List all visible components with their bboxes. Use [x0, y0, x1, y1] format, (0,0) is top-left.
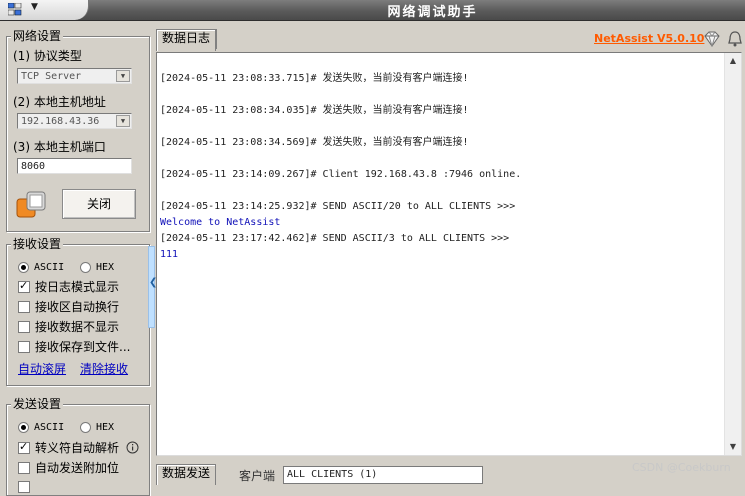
log-mode-label: 按日志模式显示: [35, 280, 120, 294]
watermark: CSDN @Coekburn: [632, 461, 731, 474]
hide-data-checkbox[interactable]: [18, 321, 30, 333]
auto-wrap-checkbox[interactable]: [18, 301, 30, 313]
netassist-version-link[interactable]: NetAssist V5.0.10: [594, 32, 704, 45]
info-icon[interactable]: [126, 441, 139, 454]
log-content: [2024-05-11 23:08:33.715]# 发送失败，当前没有客户端连…: [160, 71, 721, 263]
log-vertical-scrollbar[interactable]: ▲ ▼: [724, 53, 741, 455]
receive-settings-title: 接收设置: [11, 237, 64, 251]
connection-status-icon: [16, 191, 46, 218]
clear-receive-link[interactable]: 清除接收: [80, 362, 128, 376]
host-label: (2) 本地主机地址: [13, 95, 106, 109]
protocol-label: (1) 协议类型: [13, 49, 82, 63]
auto-append-checkbox[interactable]: [18, 462, 30, 474]
auto-scroll-link[interactable]: 自动滚屏: [18, 362, 66, 376]
save-to-file-checkbox[interactable]: [18, 341, 30, 353]
send-settings-group: 发送设置 ASCII HEX 转义符自动解析 自动发送附加位: [6, 397, 150, 496]
more-option-checkbox[interactable]: [18, 481, 30, 493]
auto-append-label: 自动发送附加位: [35, 461, 120, 475]
hide-data-label: 接收数据不显示: [35, 320, 120, 334]
window-title: 网络调试助手: [387, 5, 478, 20]
tab-data-send[interactable]: 数据发送: [156, 464, 216, 485]
bell-icon[interactable]: [726, 30, 744, 48]
send-ascii-radio[interactable]: [18, 422, 29, 433]
escape-parse-checkbox[interactable]: [18, 440, 30, 454]
send-ascii-label: ASCII: [34, 422, 65, 433]
protocol-select[interactable]: TCP Server ▼: [17, 68, 132, 84]
title-bar: ▼ 网络调试助手: [0, 0, 745, 21]
receive-hex-label: HEX: [96, 262, 115, 273]
scroll-down-icon[interactable]: ▼: [725, 439, 741, 455]
log-mode-checkbox[interactable]: [18, 279, 30, 293]
network-settings-group: 网络设置 (1) 协议类型 TCP Server ▼ (2) 本地主机地址 19…: [6, 29, 150, 232]
network-settings-title: 网络设置: [11, 29, 64, 43]
tab-data-log[interactable]: 数据日志: [156, 29, 216, 51]
data-log-area[interactable]: [2024-05-11 23:08:33.715]# 发送失败，当前没有客户端连…: [156, 52, 742, 456]
dropdown-arrow-icon[interactable]: ▼: [116, 115, 130, 127]
panel-collapse-handle[interactable]: ❮: [148, 246, 157, 328]
send-hex-radio[interactable]: [80, 422, 91, 433]
scroll-up-icon[interactable]: ▲: [725, 53, 741, 69]
escape-parse-label: 转义符自动解析: [35, 441, 120, 455]
diamond-icon[interactable]: [703, 31, 721, 47]
client-label: 客户端: [239, 469, 276, 483]
host-address-select[interactable]: 192.168.43.36 ▼: [17, 113, 132, 129]
log-line: [2024-05-11 23:08:34.035]# 发送失败，当前没有客户端连…: [160, 105, 469, 116]
receive-hex-radio[interactable]: [80, 262, 91, 273]
receive-settings-group: 接收设置 ASCII HEX 按日志模式显示 接收区自动换行 接收数据不显示 接…: [6, 237, 150, 386]
port-input[interactable]: 8060: [17, 158, 132, 174]
tab-divider: [216, 29, 217, 49]
host-address-value: 192.168.43.36: [21, 116, 100, 127]
receive-ascii-label: ASCII: [34, 262, 65, 273]
log-line: [2024-05-11 23:08:33.715]# 发送失败，当前没有客户端连…: [160, 73, 469, 84]
client-select[interactable]: ALL CLIENTS (1): [283, 466, 483, 484]
protocol-value: TCP Server: [21, 71, 82, 82]
log-line: [2024-05-11 23:08:34.569]# 发送失败，当前没有客户端连…: [160, 137, 469, 148]
save-to-file-label: 接收保存到文件...: [35, 340, 131, 354]
auto-wrap-label: 接收区自动换行: [35, 300, 120, 314]
receive-ascii-radio[interactable]: [18, 262, 29, 273]
port-label: (3) 本地主机端口: [13, 140, 106, 154]
log-line: [2024-05-11 23:17:42.462]# SEND ASCII/3 …: [160, 233, 510, 244]
dropdown-arrow-icon[interactable]: ▼: [116, 70, 130, 82]
log-data-line: 111: [160, 249, 179, 260]
send-settings-title: 发送设置: [11, 397, 64, 411]
send-hex-label: HEX: [96, 422, 115, 433]
close-button[interactable]: 关闭: [62, 189, 136, 219]
log-data-line: Welcome to NetAssist: [160, 217, 281, 228]
log-line: [2024-05-11 23:14:09.267]# Client 192.16…: [160, 169, 522, 180]
log-line: [2024-05-11 23:14:25.932]# SEND ASCII/20…: [160, 201, 516, 212]
